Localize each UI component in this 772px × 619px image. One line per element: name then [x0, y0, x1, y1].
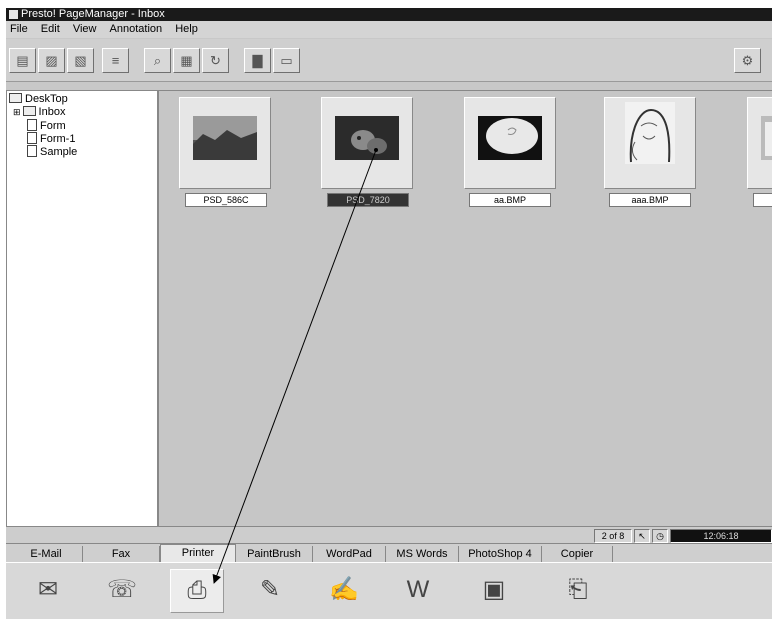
drag-arrow [212, 148, 378, 584]
